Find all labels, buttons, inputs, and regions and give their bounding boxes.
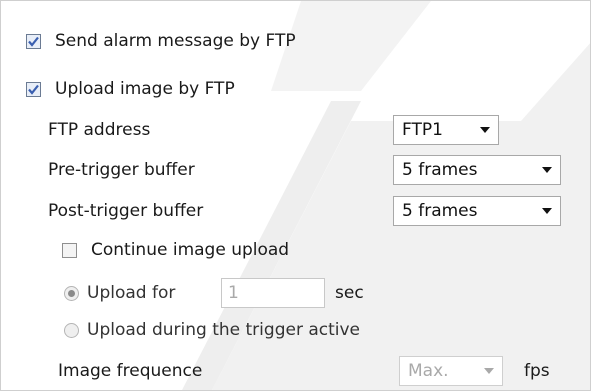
continue-upload-label: Continue image upload [91, 240, 290, 260]
pre-trigger-select[interactable]: 5 frames [393, 155, 561, 185]
image-frequence-row: Image frequence [58, 356, 202, 386]
post-trigger-select[interactable]: 5 frames [393, 196, 561, 226]
upload-during-radio[interactable] [64, 322, 79, 338]
pre-trigger-label: Pre-trigger buffer [48, 160, 195, 180]
continue-upload-checkbox[interactable] [62, 242, 77, 258]
image-frequence-unit-wrap: fps [524, 356, 550, 386]
ftp-address-label: FTP address [48, 120, 151, 140]
chevron-down-icon [542, 167, 552, 173]
upload-image-checkbox[interactable] [26, 81, 41, 97]
upload-for-row[interactable]: Upload for [64, 278, 175, 308]
upload-for-label: Upload for [87, 283, 176, 303]
ftp-address-row: FTP address [48, 115, 150, 145]
send-alarm-row[interactable]: Send alarm message by FTP [26, 26, 296, 56]
chevron-down-icon [484, 368, 494, 374]
post-trigger-value: 5 frames [402, 201, 478, 221]
image-frequence-label: Image frequence [58, 361, 203, 381]
checkmark-icon [28, 36, 39, 47]
upload-for-radio[interactable] [64, 285, 79, 301]
image-frequence-select[interactable]: Max. [399, 356, 503, 386]
send-alarm-label: Send alarm message by FTP [55, 31, 296, 51]
upload-image-label: Upload image by FTP [55, 79, 235, 99]
ftp-settings-panel: Send alarm message by FTP Upload image b… [0, 0, 591, 391]
upload-image-row[interactable]: Upload image by FTP [26, 74, 235, 104]
send-alarm-checkbox[interactable] [26, 33, 41, 49]
radio-selected-dot [68, 289, 75, 297]
checkmark-icon [28, 84, 39, 95]
pre-trigger-value: 5 frames [402, 160, 478, 180]
chevron-down-icon [480, 127, 490, 133]
ftp-address-value: FTP1 [402, 120, 443, 140]
image-frequence-value: Max. [408, 361, 449, 381]
upload-during-row[interactable]: Upload during the trigger active [64, 315, 360, 345]
chevron-down-icon [542, 208, 552, 214]
upload-for-seconds-input[interactable]: 1 [221, 278, 325, 308]
upload-during-label: Upload during the trigger active [87, 320, 361, 340]
upload-for-unit: sec [335, 283, 364, 303]
image-frequence-unit: fps [524, 361, 550, 381]
ftp-address-select[interactable]: FTP1 [393, 115, 499, 145]
post-trigger-label: Post-trigger buffer [48, 201, 204, 221]
continue-upload-row[interactable]: Continue image upload [62, 235, 289, 265]
pre-trigger-row: Pre-trigger buffer [48, 155, 195, 185]
post-trigger-row: Post-trigger buffer [48, 196, 203, 226]
upload-for-unit-wrap: sec [335, 278, 364, 308]
